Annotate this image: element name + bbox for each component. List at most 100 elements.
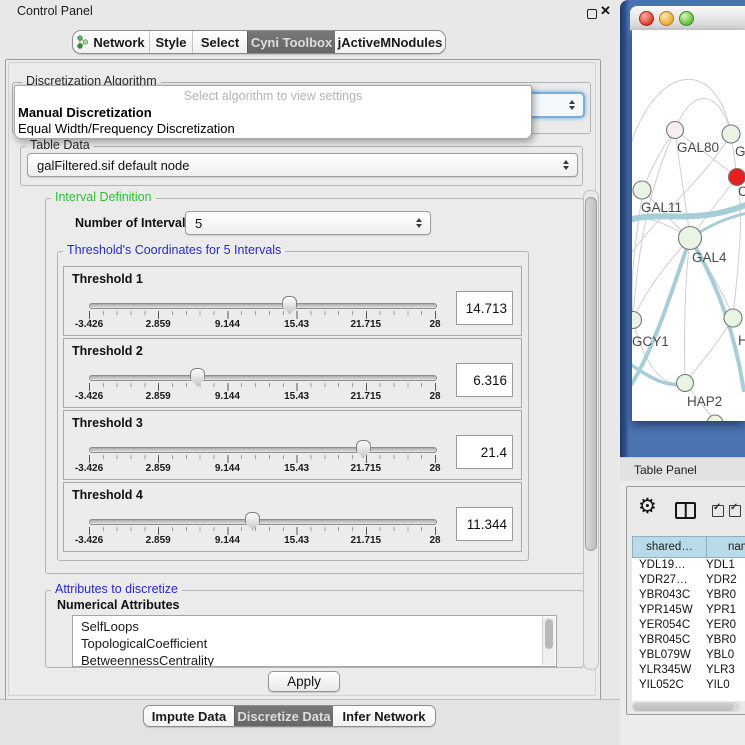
combo-arrows-icon (569, 100, 575, 110)
list-scrollbar[interactable] (542, 617, 555, 665)
table-panel-titlebar: Table Panel (620, 457, 745, 483)
label-c-partial: C (738, 184, 745, 199)
label-h-partial: H (738, 333, 745, 348)
threshold-4-label: Threshold 4 (72, 488, 143, 502)
threshold-3-value-input[interactable] (456, 435, 513, 469)
label-gcy1: GCY1 (632, 334, 669, 349)
threshold-4-slider-track[interactable] (89, 519, 437, 525)
node-hap2 (677, 375, 694, 392)
top-tab-bar: Network Style Select Cyni Toolbox jActiv… (72, 30, 446, 54)
checkbox-icon[interactable] (712, 505, 724, 517)
table-row[interactable]: YBR043CYBR0 (632, 588, 745, 603)
threshold-1-slider-ticks (89, 311, 436, 319)
table-row[interactable]: YDR27…YDR2 (632, 573, 745, 588)
column-header-shared-name[interactable]: shared… (632, 536, 707, 558)
bottom-tab-bar: Impute Data Discretize Data Infer Networ… (143, 705, 436, 727)
node-h (724, 309, 742, 327)
label-gal4: GAL4 (692, 250, 727, 265)
table-row[interactable]: YLR345WYLR3 (632, 663, 745, 678)
threshold-1-tick-labels: -3.4262.8599.14415.4321.71528 (89, 319, 435, 331)
tab-network-label: Network (93, 35, 144, 50)
table-horizontal-scrollbar[interactable] (632, 702, 740, 712)
network-graph: GAL80 G C GAL11 GAL4 GCY1 H HAP2 (632, 30, 745, 421)
dropdown-item-manual-discretization[interactable]: Manual Discretization (18, 105, 152, 120)
network-icon (77, 35, 88, 49)
threshold-2-panel: Threshold 2 -3.4262.8599.14415.4321.7152… (63, 338, 522, 408)
table-rows: YDL19…YDL1 YDR27…YDR2 YBR043CYBR0 YPR145… (632, 558, 745, 701)
table-data-combo[interactable]: galFiltered.sif default node (27, 153, 578, 177)
threshold-2-tick-labels: -3.4262.8599.14415.4321.71528 (89, 391, 435, 403)
threshold-4-value-input[interactable] (456, 507, 513, 541)
table-data-combo-value: galFiltered.sif default node (37, 158, 189, 173)
table-row[interactable]: YBL079WYBL0 (632, 648, 745, 663)
label-g-partial: G (735, 144, 745, 159)
table-row[interactable]: YPR145WYPR1 (632, 603, 745, 618)
zoom-traffic-light-icon[interactable] (679, 11, 694, 26)
tab-style[interactable]: Style (149, 31, 192, 53)
label-gal11: GAL11 (641, 200, 682, 215)
gear-icon[interactable]: ⚙ (638, 496, 657, 517)
threshold-4-slider-ticks (89, 527, 436, 535)
thresholds-group-title: Threshold's Coordinates for 5 Intervals (63, 244, 285, 257)
node-partial-bottom (707, 415, 723, 421)
close-traffic-light-icon[interactable] (639, 11, 654, 26)
threshold-1-value-input[interactable] (456, 291, 513, 325)
tab-network[interactable]: Network (73, 31, 149, 53)
threshold-3-slider-track[interactable] (89, 447, 437, 453)
tab-impute-data[interactable]: Impute Data (144, 706, 234, 726)
algorithm-dropdown-popup: Select algorithm to view settings Manual… (14, 85, 532, 139)
threshold-2-slider-track[interactable] (89, 375, 437, 381)
float-window-icon[interactable] (587, 9, 597, 19)
tab-select[interactable]: Select (192, 31, 247, 53)
threshold-1-panel: Threshold 1 -3.4262.8599.14415.4321.7152… (63, 266, 522, 336)
threshold-1-slider-track[interactable] (89, 303, 437, 309)
panel-title: Control Panel (17, 4, 93, 18)
table-header: shared… name (632, 536, 745, 558)
dropdown-item-equal-width[interactable]: Equal Width/Frequency Discretization (18, 121, 235, 136)
tab-infer-network[interactable]: Infer Network (333, 706, 435, 726)
number-of-intervals-value: 5 (195, 216, 202, 231)
table-row[interactable]: YIL052CYIL0 (632, 678, 745, 693)
tab-jactivemnodules[interactable]: jActiveMNodules (335, 31, 445, 53)
list-item[interactable]: BetweennessCentrality (73, 652, 556, 667)
table-row[interactable]: YDL19…YDL1 (632, 558, 745, 573)
threshold-2-slider-ticks (89, 383, 436, 391)
table-row[interactable]: YBR045CYBR0 (632, 633, 745, 648)
number-of-intervals-combo[interactable]: 5 (185, 211, 431, 235)
checkbox-icon[interactable] (729, 505, 741, 517)
node-gal11 (633, 181, 651, 199)
close-icon[interactable]: ✕ (600, 3, 611, 19)
tab-discretize-data[interactable]: Discretize Data (234, 706, 333, 726)
label-gal80: GAL80 (677, 140, 719, 155)
table-horizontal-scrollbar-thumb[interactable] (633, 703, 734, 711)
node-gcy1 (632, 312, 642, 329)
apply-button[interactable]: Apply (268, 671, 340, 692)
list-item[interactable]: TopologicalCoefficient (73, 635, 556, 652)
table-data-title: Table Data (26, 139, 94, 152)
threshold-3-panel: Threshold 3 -3.4262.8599.14415.4321.7152… (63, 410, 522, 480)
threshold-4-tick-labels: -3.4262.8599.14415.4321.71528 (89, 535, 435, 547)
numerical-attributes-list[interactable]: SelfLoops TopologicalCoefficient Between… (72, 615, 557, 667)
table-panel: ⚙ shared… name YDL19…YDL1 YDR27…YDR2 YBR… (626, 486, 745, 715)
combo-arrows-icon (416, 218, 422, 228)
column-header-name[interactable]: name (707, 536, 745, 558)
tab-cyni-toolbox[interactable]: Cyni Toolbox (247, 31, 335, 53)
interval-definition-title: Interval Definition (51, 191, 156, 204)
minimize-traffic-light-icon[interactable] (659, 11, 674, 26)
threshold-2-value-input[interactable] (456, 363, 513, 397)
threshold-4-panel: Threshold 4 -3.4262.8599.14415.4321.7152… (63, 482, 522, 552)
threshold-3-slider-ticks (89, 455, 436, 463)
network-window-titlebar[interactable] (630, 6, 745, 31)
network-canvas[interactable]: GAL80 G C GAL11 GAL4 GCY1 H HAP2 (632, 30, 745, 421)
split-view-icon[interactable] (675, 502, 696, 519)
threshold-2-label: Threshold 2 (72, 344, 143, 358)
panel-scrollbar-thumb[interactable] (585, 197, 597, 551)
node-partial-top-right (722, 125, 740, 143)
list-item[interactable]: SelfLoops (73, 616, 556, 635)
table-row[interactable]: YER054CYER0 (632, 618, 745, 633)
panel-scrollbar[interactable] (583, 190, 599, 670)
table-panel-title: Table Panel (634, 463, 697, 477)
screen: Control Panel ✕ Network Style Select Cyn… (0, 0, 745, 745)
label-hap2: HAP2 (687, 394, 722, 409)
dropdown-placeholder-item[interactable]: Select algorithm to view settings (15, 89, 531, 103)
